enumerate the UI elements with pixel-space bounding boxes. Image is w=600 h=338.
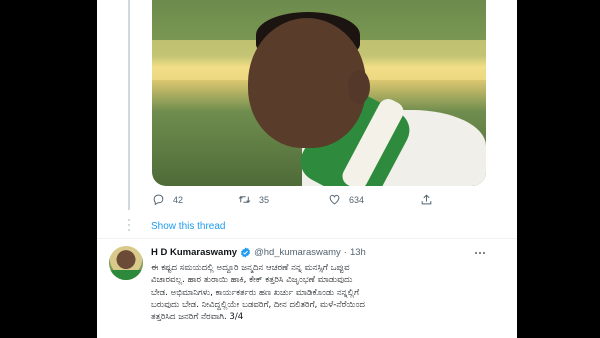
verified-badge-icon — [241, 247, 251, 258]
author-handle[interactable]: @hd_kumaraswamy — [254, 247, 341, 258]
retweet-button[interactable]: 35 — [238, 193, 269, 206]
thread-connector-line — [128, 0, 130, 210]
share-button[interactable] — [420, 193, 441, 206]
author-name[interactable]: H D Kumaraswamy — [151, 247, 237, 258]
like-count: 634 — [349, 194, 365, 205]
thread-dots — [126, 216, 132, 236]
share-icon — [421, 194, 432, 205]
tweet-actions-bar: 42 35 634 — [152, 193, 486, 209]
separator-dot: · — [343, 247, 347, 258]
like-button[interactable]: 634 — [328, 193, 364, 206]
reply-icon — [153, 194, 164, 206]
reply-count: 42 — [173, 194, 184, 205]
like-icon — [329, 194, 340, 205]
tweet-timestamp[interactable]: 13h — [350, 247, 366, 258]
tweet-text: ಈ ಕಷ್ಟದ ಸಮಯದಲ್ಲಿ ಅದ್ದೂರಿ ಜನ್ಮದಿನ ಆಚರಣೆ ನ… — [151, 263, 365, 323]
tweet-divider — [97, 238, 517, 239]
avatar[interactable] — [109, 246, 143, 280]
reply-button[interactable]: 42 — [152, 193, 183, 206]
show-thread-link[interactable]: Show this thread — [151, 221, 226, 232]
tweet-header: H D Kumaraswamy @hd_kumaraswamy · 13h — [151, 247, 366, 258]
retweet-count: 35 — [259, 194, 270, 205]
more-options-icon[interactable] — [474, 249, 486, 257]
retweet-icon — [238, 196, 251, 203]
tweet-photo[interactable] — [152, 0, 486, 186]
